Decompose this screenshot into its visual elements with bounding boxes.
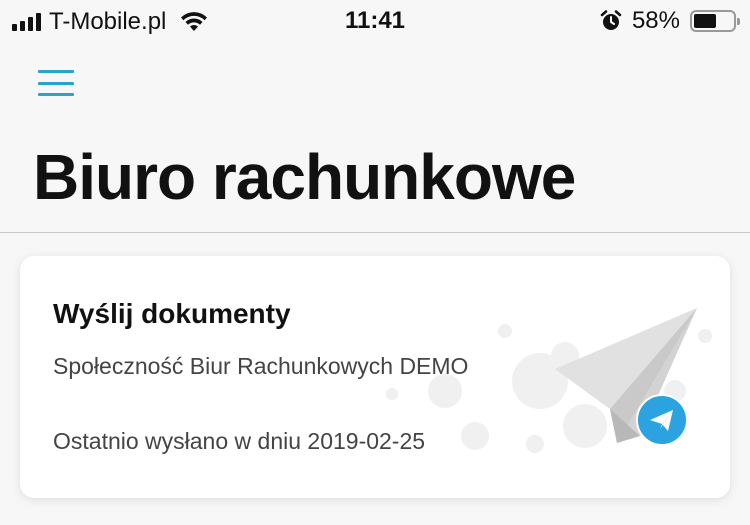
battery-percent: 58% [631,7,680,34]
page-title: Biuro rachunkowe [33,141,576,213]
battery-level [694,14,716,28]
send-icon [636,394,688,446]
status-right: 58% [600,7,740,35]
card-title: Wyślij dokumenty [53,298,291,329]
hamburger-menu-icon[interactable] [38,70,74,96]
paper-plane-icon [386,308,712,453]
send-documents-card[interactable]: Wyślij dokumenty Społeczność Biur Rachun… [20,256,730,498]
alarm-icon [600,10,622,30]
status-bar: T-Mobile.pl 11:41 58% [0,0,750,40]
header-divider [0,232,750,233]
battery-icon [690,10,740,32]
